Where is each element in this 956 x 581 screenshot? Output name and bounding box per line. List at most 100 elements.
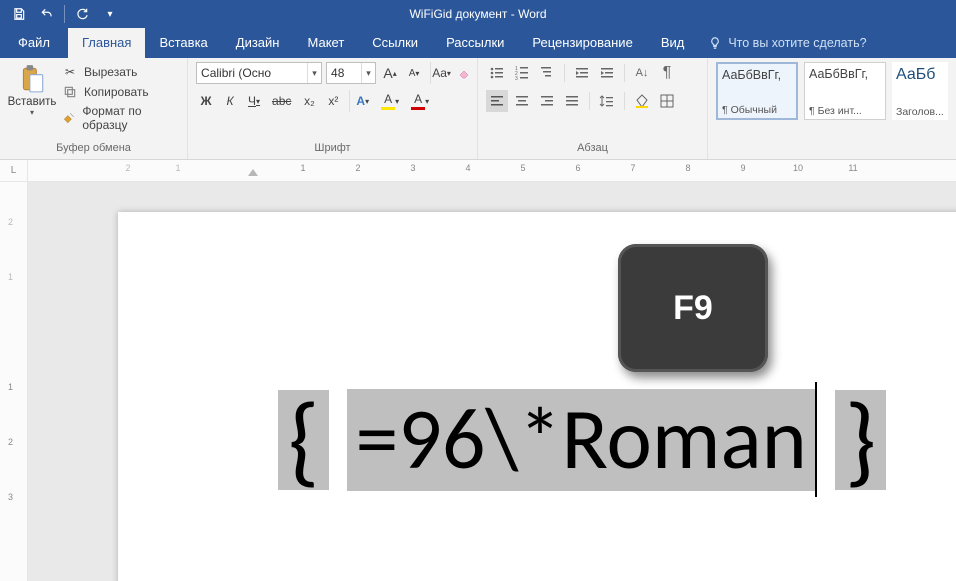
chevron-down-icon: ▾ [30,108,34,117]
style-preview: АаБбВвГг, [809,67,881,81]
superscript-button[interactable]: x² [323,90,343,112]
redo-icon [74,7,90,21]
highlight-button[interactable]: A▾ [377,90,403,112]
sort-button[interactable]: A↓ [631,62,653,84]
align-right-button[interactable] [536,90,558,112]
customize-qat-button[interactable]: ▾ [97,2,123,26]
ruler-row: L 2 1 1 2 3 4 5 6 7 8 9 10 11 [0,160,956,182]
style-normal[interactable]: АаБбВвГг, ¶ Обычный [716,62,798,120]
group-label-font: Шрифт [196,140,469,157]
text-effects-button[interactable]: A▾ [349,90,373,112]
font-name-combo[interactable]: ▾ [196,62,322,84]
field-code-text: =96\*Roman [347,389,814,491]
vertical-ruler[interactable]: 2 1 1 2 3 [0,182,28,581]
separator [564,64,565,82]
chevron-down-icon[interactable]: ▾ [361,63,375,83]
page[interactable]: F9 { =96\*Roman } [118,212,956,581]
undo-button[interactable] [34,2,60,26]
style-no-spacing[interactable]: АаБбВвГг, ¶ Без инт... [804,62,886,120]
tell-me-search[interactable]: Что вы хотите сделать? [698,29,876,58]
field-code-selection[interactable]: { =96\*Roman } [278,372,918,507]
font-color-button[interactable]: A▾ [407,90,433,112]
numbering-button[interactable]: 123 [511,62,533,84]
italic-button[interactable]: К [220,90,240,112]
font-name-input[interactable] [197,63,307,83]
font-size-input[interactable] [327,63,361,83]
svg-text:3: 3 [515,76,518,81]
lightbulb-icon [708,36,722,50]
indent-marker[interactable] [248,169,258,176]
tab-insert[interactable]: Вставка [145,28,221,58]
group-label-clipboard: Буфер обмена [8,140,179,157]
save-icon [12,7,26,21]
paste-button[interactable]: Вставить ▾ [8,62,56,132]
line-spacing-button[interactable] [596,90,618,112]
tab-selector[interactable]: L [0,160,28,181]
bullets-button[interactable] [486,62,508,84]
paintbrush-icon [62,110,76,126]
tab-mailings[interactable]: Рассылки [432,28,518,58]
underline-button[interactable]: Ч▾ [244,90,264,112]
tab-design[interactable]: Дизайн [222,28,294,58]
window-title: WiFiGid документ - Word [0,7,956,21]
separator [589,92,590,110]
multilevel-button[interactable] [536,62,558,84]
group-paragraph: 123 A↓ ¶ Абзац [478,58,708,159]
separator [624,92,625,110]
group-font: ▾ ▾ A▴ A▾ Aa▾ Ж К Ч▾ abc x₂ x² [188,58,478,159]
decrease-indent-button[interactable] [571,62,593,84]
align-left-button[interactable] [486,90,508,112]
keycap-label: F9 [673,289,713,328]
cut-button[interactable]: ✂ Вырезать [62,64,179,80]
clear-formatting-button[interactable] [454,62,474,84]
customize-icon: ▾ [107,9,112,20]
qat: ▾ [0,0,129,28]
tab-view[interactable]: Вид [647,28,699,58]
group-styles: АаБбВвГг, ¶ Обычный АаБбВвГг, ¶ Без инт.… [708,58,956,159]
pilcrow-icon: ¶ [722,104,731,116]
copy-icon [62,84,78,100]
format-painter-label: Формат по образцу [82,104,179,132]
document-area[interactable]: F9 { =96\*Roman } [28,182,956,581]
cut-label: Вырезать [84,65,137,79]
shrink-font-button[interactable]: A▾ [404,62,424,84]
titlebar: ▾ WiFiGid документ - Word [0,0,956,28]
paste-label: Вставить [8,96,57,108]
tab-file[interactable]: Файл [0,28,68,58]
separator [624,64,625,82]
copy-button[interactable]: Копировать [62,84,179,100]
style-preview: АаБбВвГг, [722,68,792,82]
justify-button[interactable] [561,90,583,112]
eraser-icon [458,65,470,81]
save-button[interactable] [6,2,32,26]
font-size-combo[interactable]: ▾ [326,62,376,84]
field-brace-left: { [278,390,329,490]
align-center-button[interactable] [511,90,533,112]
shading-button[interactable] [631,90,653,112]
borders-button[interactable] [656,90,678,112]
increase-indent-button[interactable] [596,62,618,84]
format-painter-button[interactable]: Формат по образцу [62,104,179,132]
group-label-styles [716,140,948,157]
tell-me-placeholder: Что вы хотите сделать? [728,36,866,50]
style-preview: АаБб [896,66,944,84]
tab-home[interactable]: Главная [68,28,145,58]
bold-button[interactable]: Ж [196,90,216,112]
tab-references[interactable]: Ссылки [358,28,432,58]
paste-icon [18,64,46,94]
qat-sep [64,5,65,23]
style-heading1[interactable]: АаБб Заголов... [892,62,948,120]
chevron-down-icon[interactable]: ▾ [307,63,321,83]
scissors-icon: ✂ [62,64,78,80]
horizontal-ruler[interactable]: 2 1 1 2 3 4 5 6 7 8 9 10 11 [28,160,956,181]
tab-layout[interactable]: Макет [293,28,358,58]
text-cursor [815,382,817,497]
subscript-button[interactable]: x₂ [299,90,319,112]
grow-font-button[interactable]: A▴ [380,62,400,84]
change-case-button[interactable]: Aa▾ [430,62,450,84]
show-marks-button[interactable]: ¶ [656,62,678,84]
redo-button[interactable] [69,2,95,26]
highlight-swatch [381,107,395,110]
tab-review[interactable]: Рецензирование [518,28,646,58]
strike-button[interactable]: abc [268,90,295,112]
